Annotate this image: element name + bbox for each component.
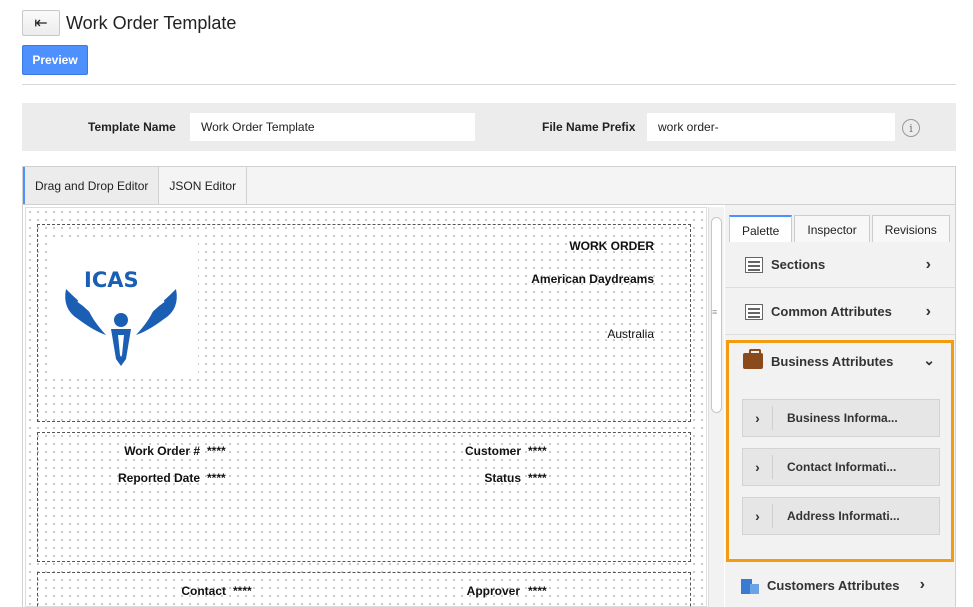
field-customer-label: Customer: [464, 444, 521, 458]
chevron-right-icon: ›: [743, 406, 773, 430]
template-settings-bar: Template Name Work Order Template File N…: [22, 103, 956, 151]
design-canvas[interactable]: ICAS WORK ORDER American Daydreams Austr…: [25, 207, 707, 607]
contact-information-item[interactable]: › Contact Informati...: [742, 448, 940, 486]
briefcase-icon: [743, 349, 763, 369]
divider: [22, 84, 956, 85]
palette-item-sections[interactable]: Sections ›: [725, 242, 955, 288]
field-contact-label: Contact: [181, 584, 226, 598]
business-attributes-group: Business Attributes ⌄ › Business Informa…: [726, 340, 954, 562]
top-bar: ⇤ Work Order Template: [22, 10, 236, 36]
palette-item-label: Customers Attributes: [767, 577, 900, 593]
tab-inspector[interactable]: Inspector: [794, 215, 870, 245]
editor-area: ICAS WORK ORDER American Daydreams Austr…: [22, 205, 956, 607]
field-approver-label: Approver: [466, 584, 520, 598]
chevron-right-icon: ›: [743, 455, 773, 479]
file-prefix-input[interactable]: work order-: [647, 113, 895, 141]
contact-section[interactable]: Contact **** Approver ****: [37, 572, 691, 607]
tab-json-editor[interactable]: JSON Editor: [159, 167, 248, 204]
eagle-logo-icon: ICAS: [65, 268, 177, 366]
editor-tabs: Drag and Drop Editor JSON Editor: [22, 166, 956, 205]
tab-palette[interactable]: Palette: [729, 215, 793, 245]
chevron-right-icon: ›: [925, 302, 931, 320]
field-work-order-label: Work Order #: [124, 444, 200, 458]
info-icon[interactable]: i: [902, 119, 920, 137]
svg-text:ICAS: ICAS: [84, 268, 139, 292]
details-section[interactable]: Work Order # **** Customer **** Reported…: [37, 432, 691, 562]
field-status-value: ****: [528, 471, 547, 485]
building-icon: [741, 577, 759, 594]
template-name-input[interactable]: Work Order Template: [190, 113, 475, 141]
layout-icon: [745, 256, 763, 273]
field-contact-value: ****: [233, 584, 252, 598]
subitem-label: Address Informati...: [787, 509, 900, 523]
chevron-right-icon: ›: [919, 576, 925, 593]
palette-item-label: Common Attributes: [771, 304, 892, 319]
palette-item-customers-attributes[interactable]: Customers Attributes ›: [725, 562, 955, 607]
work-order-title: WORK ORDER: [569, 239, 654, 253]
canvas-scrollbar[interactable]: ≡: [708, 207, 724, 607]
back-arrow-icon: ⇤: [34, 15, 48, 32]
right-panel: Palette Inspector Revisions Sections › C…: [725, 205, 955, 607]
company-name: American Daydreams: [531, 272, 654, 286]
field-work-order-value: ****: [207, 444, 226, 458]
file-prefix-label: File Name Prefix: [542, 120, 636, 134]
preview-button[interactable]: Preview: [22, 45, 88, 75]
palette-item-label: Sections: [771, 257, 826, 272]
back-button[interactable]: ⇤: [22, 10, 60, 36]
business-attributes-label: Business Attributes: [771, 353, 894, 369]
tab-drag-drop-editor[interactable]: Drag and Drop Editor: [23, 167, 160, 204]
field-reported-date-value: ****: [207, 471, 226, 485]
scroll-grip-icon: ≡: [712, 307, 718, 317]
business-attributes-header[interactable]: Business Attributes ⌄: [729, 343, 951, 379]
palette-item-common-attributes[interactable]: Common Attributes ›: [725, 289, 955, 335]
tab-revisions[interactable]: Revisions: [871, 215, 950, 245]
field-customer-value: ****: [528, 444, 547, 458]
page-title: Work Order Template: [66, 12, 237, 33]
subitem-label: Contact Informati...: [787, 460, 897, 474]
company-country: Australia: [607, 327, 654, 341]
chevron-down-icon: ⌄: [923, 352, 935, 368]
business-information-item[interactable]: › Business Informa...: [742, 399, 940, 437]
company-logo: ICAS: [48, 243, 198, 373]
address-information-item[interactable]: › Address Informati...: [742, 497, 940, 535]
template-name-label: Template Name: [88, 120, 176, 134]
chevron-right-icon: ›: [743, 504, 773, 528]
panel-tabs: Palette Inspector Revisions: [729, 215, 952, 245]
layout-icon: [745, 303, 763, 320]
field-status-label: Status: [484, 471, 521, 485]
header-section[interactable]: ICAS WORK ORDER American Daydreams Austr…: [37, 224, 691, 422]
field-approver-value: ****: [528, 584, 547, 598]
chevron-right-icon: ›: [925, 255, 931, 273]
subitem-label: Business Informa...: [787, 411, 898, 425]
field-reported-date-label: Reported Date: [117, 471, 200, 485]
